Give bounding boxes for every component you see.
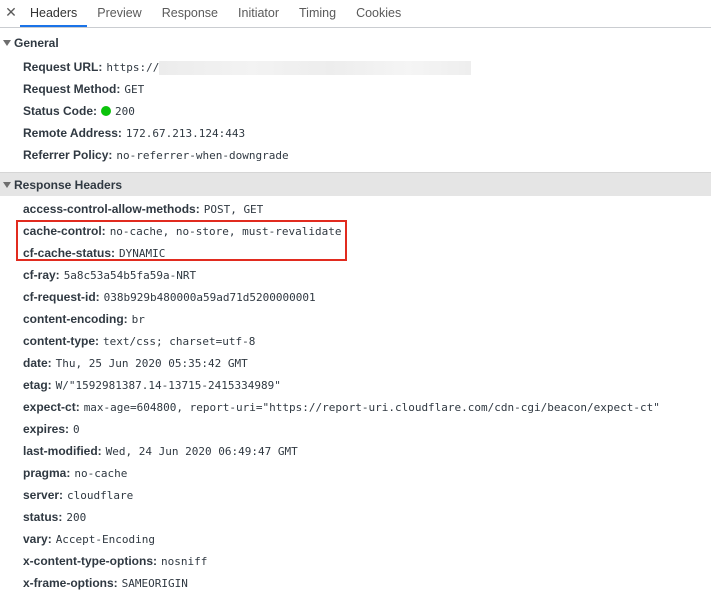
header-key: x-content-type-options: xyxy=(23,554,157,568)
header-value: br xyxy=(131,313,145,326)
header-row: status: 200 xyxy=(23,506,86,528)
header-row: content-encoding: br xyxy=(23,308,145,330)
remote-address-key: Remote Address: xyxy=(23,126,122,140)
header-key: content-encoding: xyxy=(23,312,128,326)
request-method-key: Request Method: xyxy=(23,82,121,96)
general-section-header[interactable]: General xyxy=(0,31,711,55)
header-value: no-cache, no-store, must-revalidate xyxy=(109,225,342,238)
header-row: expect-ct: max-age=604800, report-uri="ht… xyxy=(23,396,660,418)
header-row: last-modified: Wed, 24 Jun 2020 06:49:47 … xyxy=(23,440,298,462)
header-row: cf-cache-status: DYNAMIC xyxy=(23,242,165,264)
header-key: etag: xyxy=(23,378,52,392)
header-value: Thu, 25 Jun 2020 05:35:42 GMT xyxy=(55,357,248,370)
status-code-value: 200 xyxy=(115,105,135,118)
header-value: 0 xyxy=(73,423,80,436)
header-row: vary: Accept-Encoding xyxy=(23,528,155,550)
request-url-key: Request URL: xyxy=(23,60,103,74)
header-row: cf-ray: 5a8c53a54b5fa59a-NRT xyxy=(23,264,196,286)
header-value: POST, GET xyxy=(203,203,264,216)
header-key: access-control-allow-methods: xyxy=(23,202,200,216)
redacted-url-block xyxy=(159,60,472,75)
header-key: vary: xyxy=(23,532,52,546)
header-row: date: Thu, 25 Jun 2020 05:35:42 GMT xyxy=(23,352,248,374)
status-code-row: Status Code: 200 xyxy=(23,100,135,122)
response-headers-section-header[interactable]: Response Headers xyxy=(0,172,711,196)
header-value: 038b929b480000a59ad71d5200000001 xyxy=(103,291,316,304)
general-section-title: General xyxy=(14,36,59,50)
header-row: server: cloudflare xyxy=(23,484,133,506)
request-url-row: Request URL: https:// xyxy=(23,56,472,78)
header-value: Accept-Encoding xyxy=(55,533,156,546)
devtools-tab-bar: ✕ Headers Preview Response Initiator Tim… xyxy=(0,0,711,28)
header-key: status: xyxy=(23,510,63,524)
header-row: x-content-type-options: nosniff xyxy=(23,550,207,572)
referrer-policy-value: no-referrer-when-downgrade xyxy=(116,149,289,162)
response-headers-section-title: Response Headers xyxy=(14,178,123,192)
header-value: cloudflare xyxy=(67,489,134,502)
expand-triangle-icon xyxy=(3,39,11,46)
header-key: cf-ray: xyxy=(23,268,60,282)
request-method-value: GET xyxy=(124,83,145,96)
header-row: cf-request-id: 038b929b480000a59ad71d5200… xyxy=(23,286,316,308)
header-value: no-cache xyxy=(74,467,128,480)
tab-list: Headers Preview Response Initiator Timin… xyxy=(20,0,411,27)
tab-preview[interactable]: Preview xyxy=(87,0,151,27)
header-key: x-frame-options: xyxy=(23,576,118,590)
header-row: x-frame-options: SAMEORIGIN xyxy=(23,572,188,594)
expand-triangle-icon xyxy=(3,181,11,188)
header-value: SAMEORIGIN xyxy=(121,577,188,590)
header-key: expires: xyxy=(23,422,70,436)
header-key: cache-control: xyxy=(23,224,106,238)
status-code-key: Status Code: xyxy=(23,104,98,118)
header-row: expires: 0 xyxy=(23,418,80,440)
request-url-value: https:// xyxy=(106,61,160,74)
header-key: content-type: xyxy=(23,334,99,348)
remote-address-value: 172.67.213.124:443 xyxy=(125,127,246,140)
tab-initiator[interactable]: Initiator xyxy=(228,0,289,27)
header-row: cache-control: no-cache, no-store, must-r… xyxy=(23,220,341,242)
header-key: server: xyxy=(23,488,64,502)
header-value: 5a8c53a54b5fa59a-NRT xyxy=(63,269,197,282)
header-key: date: xyxy=(23,356,52,370)
header-key: expect-ct: xyxy=(23,400,80,414)
referrer-policy-key: Referrer Policy: xyxy=(23,148,113,162)
header-row: access-control-allow-methods: POST, GET xyxy=(23,198,263,220)
tab-cookies[interactable]: Cookies xyxy=(346,0,411,27)
header-value: text/css; charset=utf-8 xyxy=(103,335,256,348)
header-row: pragma: no-cache xyxy=(23,462,127,484)
tab-timing[interactable]: Timing xyxy=(289,0,346,27)
header-value: DYNAMIC xyxy=(119,247,166,260)
header-value: 200 xyxy=(66,511,87,524)
header-key: last-modified: xyxy=(23,444,102,458)
header-value: Wed, 24 Jun 2020 06:49:47 GMT xyxy=(105,445,298,458)
tab-response[interactable]: Response xyxy=(152,0,228,27)
tab-headers[interactable]: Headers xyxy=(20,0,88,27)
remote-address-row: Remote Address: 172.67.213.124:443 xyxy=(23,122,245,144)
referrer-policy-row: Referrer Policy: no-referrer-when-downgra… xyxy=(23,144,289,166)
header-row: etag: W/"1592981387.14-13715-2415334989" xyxy=(23,374,281,396)
header-value: max-age=604800, report-uri="https://repo… xyxy=(83,401,660,414)
header-key: cf-request-id: xyxy=(23,290,100,304)
header-key: pragma: xyxy=(23,466,71,480)
header-value: nosniff xyxy=(161,555,208,568)
close-icon[interactable]: ✕ xyxy=(4,4,18,20)
header-key: cf-cache-status: xyxy=(23,246,116,260)
header-value: W/"1592981387.14-13715-2415334989" xyxy=(55,379,281,392)
header-row: content-type: text/css; charset=utf-8 xyxy=(23,330,255,352)
request-method-row: Request Method: GET xyxy=(23,78,144,100)
status-ok-dot-icon xyxy=(101,105,112,116)
